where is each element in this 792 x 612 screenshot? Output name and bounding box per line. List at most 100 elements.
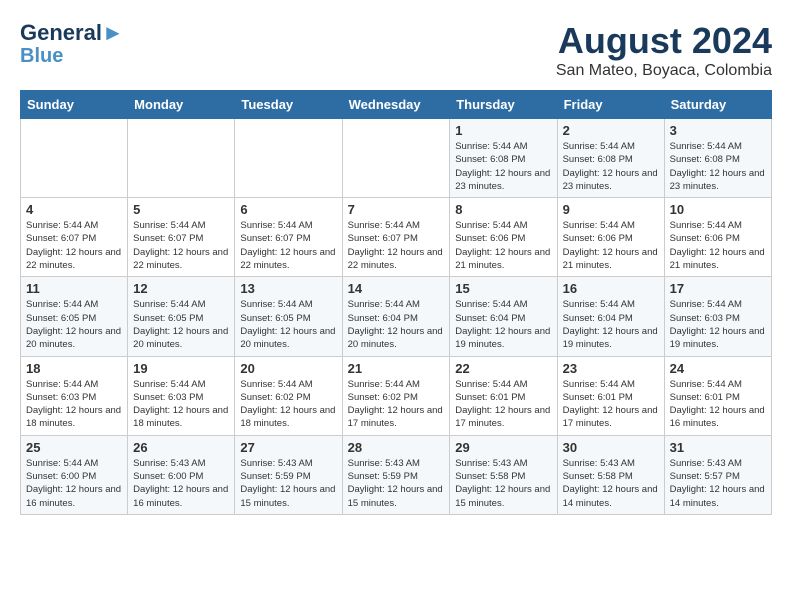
weekday-header-sunday: Sunday	[21, 91, 128, 119]
day-number: 26	[133, 440, 229, 455]
day-number: 21	[348, 361, 445, 376]
day-number: 10	[670, 202, 766, 217]
calendar-cell: 3 Sunrise: 5:44 AMSunset: 6:08 PMDaylight…	[664, 119, 771, 198]
logo-arrow-icon: ►	[102, 20, 124, 45]
day-info: Sunrise: 5:44 AMSunset: 6:05 PMDaylight:…	[240, 298, 336, 351]
calendar-cell: 16Sunrise: 5:44 AMSunset: 6:04 PMDayligh…	[557, 277, 664, 356]
calendar-cell: 31 Sunrise: 5:43 AMSunset: 5:57 PMDayligh…	[664, 435, 771, 514]
calendar-cell: 30Sunrise: 5:43 AMSunset: 5:58 PMDayligh…	[557, 435, 664, 514]
logo-blue-text: Blue	[20, 46, 63, 66]
day-info: Sunrise: 5:44 AMSunset: 6:03 PMDaylight:…	[670, 298, 766, 351]
day-number: 14	[348, 281, 445, 296]
day-info: Sunrise: 5:44 AMSunset: 6:04 PMDaylight:…	[455, 298, 551, 351]
calendar-cell	[21, 119, 128, 198]
day-info: Sunrise: 5:44 AMSunset: 6:01 PMDaylight:…	[670, 378, 766, 431]
weekday-header-wednesday: Wednesday	[342, 91, 450, 119]
day-number: 31	[670, 440, 766, 455]
calendar-week-4: 18 Sunrise: 5:44 AMSunset: 6:03 PMDayligh…	[21, 356, 772, 435]
weekday-header-thursday: Thursday	[450, 91, 557, 119]
calendar-cell: 20 Sunrise: 5:44 AMSunset: 6:02 PMDayligh…	[235, 356, 342, 435]
calendar-cell: 28Sunrise: 5:43 AMSunset: 5:59 PMDayligh…	[342, 435, 450, 514]
month-title: August 2024	[556, 20, 772, 62]
calendar-cell: 23 Sunrise: 5:44 AMSunset: 6:01 PMDayligh…	[557, 356, 664, 435]
calendar-cell: 21 Sunrise: 5:44 AMSunset: 6:02 PMDayligh…	[342, 356, 450, 435]
day-info: Sunrise: 5:44 AMSunset: 6:02 PMDaylight:…	[240, 378, 336, 431]
day-info: Sunrise: 5:44 AMSunset: 6:03 PMDaylight:…	[133, 378, 229, 431]
day-number: 16	[563, 281, 659, 296]
calendar-cell: 17 Sunrise: 5:44 AMSunset: 6:03 PMDayligh…	[664, 277, 771, 356]
day-number: 17	[670, 281, 766, 296]
day-number: 5	[133, 202, 229, 217]
day-number: 25	[26, 440, 122, 455]
day-number: 7	[348, 202, 445, 217]
day-number: 13	[240, 281, 336, 296]
day-number: 30	[563, 440, 659, 455]
day-info: Sunrise: 5:44 AMSunset: 6:03 PMDaylight:…	[26, 378, 122, 431]
location-subtitle: San Mateo, Boyaca, Colombia	[556, 62, 772, 80]
logo-text: General►	[20, 20, 124, 46]
day-number: 23	[563, 361, 659, 376]
calendar-cell: 14 Sunrise: 5:44 AMSunset: 6:04 PMDayligh…	[342, 277, 450, 356]
calendar-cell: 10 Sunrise: 5:44 AMSunset: 6:06 PMDayligh…	[664, 198, 771, 277]
day-number: 6	[240, 202, 336, 217]
day-number: 19	[133, 361, 229, 376]
weekday-header-monday: Monday	[128, 91, 235, 119]
day-number: 15	[455, 281, 551, 296]
calendar-week-1: 1 Sunrise: 5:44 AMSunset: 6:08 PMDaylight…	[21, 119, 772, 198]
day-info: Sunrise: 5:44 AMSunset: 6:08 PMDaylight:…	[455, 140, 551, 193]
calendar-cell: 26 Sunrise: 5:43 AMSunset: 6:00 PMDayligh…	[128, 435, 235, 514]
calendar-cell: 1 Sunrise: 5:44 AMSunset: 6:08 PMDaylight…	[450, 119, 557, 198]
day-info: Sunrise: 5:43 AMSunset: 5:59 PMDaylight:…	[240, 457, 336, 510]
weekday-header-friday: Friday	[557, 91, 664, 119]
day-number: 1	[455, 123, 551, 138]
day-info: Sunrise: 5:44 AMSunset: 6:06 PMDaylight:…	[670, 219, 766, 272]
calendar-cell: 24 Sunrise: 5:44 AMSunset: 6:01 PMDayligh…	[664, 356, 771, 435]
day-info: Sunrise: 5:44 AMSunset: 6:02 PMDaylight:…	[348, 378, 445, 431]
day-number: 3	[670, 123, 766, 138]
calendar-cell: 18 Sunrise: 5:44 AMSunset: 6:03 PMDayligh…	[21, 356, 128, 435]
weekday-header-row: SundayMondayTuesdayWednesdayThursdayFrid…	[21, 91, 772, 119]
day-info: Sunrise: 5:44 AMSunset: 6:08 PMDaylight:…	[563, 140, 659, 193]
day-number: 20	[240, 361, 336, 376]
calendar-cell	[235, 119, 342, 198]
calendar-week-2: 4Sunrise: 5:44 AMSunset: 6:07 PMDaylight…	[21, 198, 772, 277]
day-info: Sunrise: 5:44 AMSunset: 6:07 PMDaylight:…	[26, 219, 122, 272]
calendar-cell: 9Sunrise: 5:44 AMSunset: 6:06 PMDaylight…	[557, 198, 664, 277]
day-info: Sunrise: 5:44 AMSunset: 6:08 PMDaylight:…	[670, 140, 766, 193]
calendar-week-5: 25 Sunrise: 5:44 AMSunset: 6:00 PMDayligh…	[21, 435, 772, 514]
day-info: Sunrise: 5:44 AMSunset: 6:07 PMDaylight:…	[240, 219, 336, 272]
day-number: 18	[26, 361, 122, 376]
day-info: Sunrise: 5:44 AMSunset: 6:04 PMDaylight:…	[348, 298, 445, 351]
page-header: General► Blue August 2024 San Mateo, Boy…	[20, 20, 772, 80]
calendar-cell: 2Sunrise: 5:44 AMSunset: 6:08 PMDaylight…	[557, 119, 664, 198]
calendar-cell: 6 Sunrise: 5:44 AMSunset: 6:07 PMDaylight…	[235, 198, 342, 277]
calendar-cell: 4Sunrise: 5:44 AMSunset: 6:07 PMDaylight…	[21, 198, 128, 277]
title-area: August 2024 San Mateo, Boyaca, Colombia	[556, 20, 772, 80]
calendar-cell: 15 Sunrise: 5:44 AMSunset: 6:04 PMDayligh…	[450, 277, 557, 356]
logo-general: General	[20, 20, 102, 45]
day-number: 22	[455, 361, 551, 376]
day-number: 29	[455, 440, 551, 455]
day-number: 27	[240, 440, 336, 455]
day-info: Sunrise: 5:44 AMSunset: 6:01 PMDaylight:…	[563, 378, 659, 431]
calendar-cell: 13 Sunrise: 5:44 AMSunset: 6:05 PMDayligh…	[235, 277, 342, 356]
day-number: 11	[26, 281, 122, 296]
calendar-cell: 5Sunrise: 5:44 AMSunset: 6:07 PMDaylight…	[128, 198, 235, 277]
day-info: Sunrise: 5:44 AMSunset: 6:06 PMDaylight:…	[455, 219, 551, 272]
day-number: 12	[133, 281, 229, 296]
day-info: Sunrise: 5:43 AMSunset: 5:58 PMDaylight:…	[455, 457, 551, 510]
day-info: Sunrise: 5:44 AMSunset: 6:06 PMDaylight:…	[563, 219, 659, 272]
day-info: Sunrise: 5:44 AMSunset: 6:07 PMDaylight:…	[348, 219, 445, 272]
logo: General► Blue	[20, 20, 124, 66]
day-info: Sunrise: 5:44 AMSunset: 6:00 PMDaylight:…	[26, 457, 122, 510]
calendar-week-3: 11 Sunrise: 5:44 AMSunset: 6:05 PMDayligh…	[21, 277, 772, 356]
day-number: 24	[670, 361, 766, 376]
calendar-cell: 19 Sunrise: 5:44 AMSunset: 6:03 PMDayligh…	[128, 356, 235, 435]
calendar-cell	[342, 119, 450, 198]
calendar-cell: 29 Sunrise: 5:43 AMSunset: 5:58 PMDayligh…	[450, 435, 557, 514]
day-info: Sunrise: 5:44 AMSunset: 6:05 PMDaylight:…	[26, 298, 122, 351]
day-info: Sunrise: 5:43 AMSunset: 6:00 PMDaylight:…	[133, 457, 229, 510]
day-info: Sunrise: 5:43 AMSunset: 5:57 PMDaylight:…	[670, 457, 766, 510]
weekday-header-saturday: Saturday	[664, 91, 771, 119]
weekday-header-tuesday: Tuesday	[235, 91, 342, 119]
